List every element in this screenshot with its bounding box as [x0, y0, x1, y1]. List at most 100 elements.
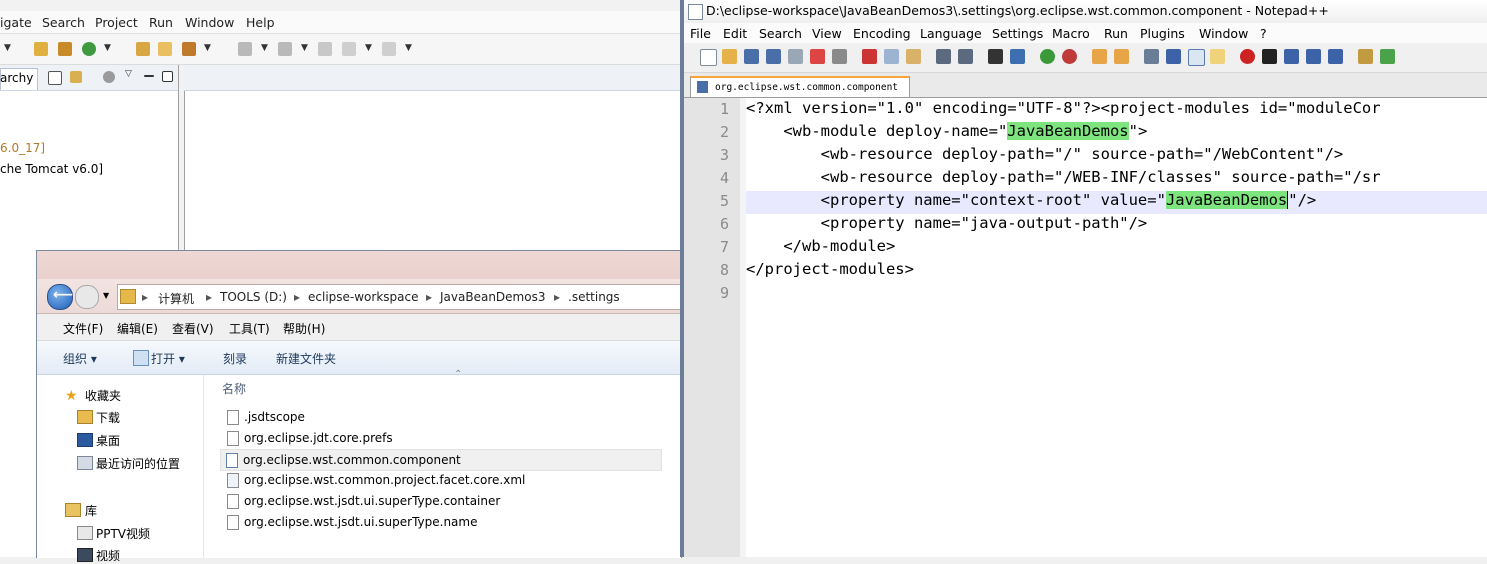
- dropdown-arrow-icon[interactable]: ▼: [104, 43, 111, 53]
- eclipse-menu-run[interactable]: Run: [149, 15, 173, 30]
- forward-arrow-icon[interactable]: [382, 42, 396, 56]
- address-box[interactable]: ▸ 计算机 ▸ TOOLS (D:) ▸ eclipse-workspace ▸…: [117, 284, 683, 310]
- minimize-icon[interactable]: [144, 75, 154, 77]
- menu-view[interactable]: View: [812, 26, 842, 41]
- nav-pptv[interactable]: PPTV视频: [96, 525, 150, 542]
- column-header-name[interactable]: 名称: [222, 380, 246, 397]
- new-java-project-icon[interactable]: [34, 42, 48, 56]
- file-tab[interactable]: org.eclipse.wst.common.component: [690, 76, 910, 97]
- menu-tools[interactable]: 工具(T): [229, 320, 270, 337]
- dropdown-arrow-icon[interactable]: ▼: [204, 43, 211, 53]
- forward-button[interactable]: [75, 285, 99, 309]
- breadcrumb-workspace[interactable]: eclipse-workspace: [308, 290, 418, 304]
- prev-annotation-icon[interactable]: [278, 42, 292, 56]
- stop-macro-icon[interactable]: [1262, 49, 1277, 64]
- record-macro-icon[interactable]: [1240, 49, 1255, 64]
- tree-item-tomcat[interactable]: che Tomcat v6.0]: [0, 162, 103, 176]
- new-file-icon[interactable]: [700, 49, 717, 66]
- code-line[interactable]: <wb-resource deploy-path="/" source-path…: [746, 145, 1487, 168]
- paste-icon[interactable]: [906, 49, 921, 64]
- menu-help[interactable]: ?: [1260, 26, 1267, 41]
- print-icon[interactable]: [832, 49, 847, 64]
- new-folder-button[interactable]: 新建文件夹: [276, 350, 336, 367]
- open-type-icon[interactable]: [136, 42, 150, 56]
- sync-horizontal-icon[interactable]: [1114, 49, 1129, 64]
- tree-item-jre[interactable]: 6.0_17]: [0, 141, 45, 155]
- file-row[interactable]: org.eclipse.wst.jsdt.ui.superType.name: [222, 512, 662, 532]
- file-row[interactable]: org.eclipse.wst.jsdt.ui.superType.contai…: [222, 491, 662, 511]
- file-row[interactable]: org.eclipse.wst.common.project.facet.cor…: [222, 470, 662, 490]
- nav-desktop[interactable]: 桌面: [96, 432, 120, 449]
- history-dropdown-icon[interactable]: ▼: [103, 291, 109, 300]
- dropdown-arrow-icon[interactable]: ▼: [405, 43, 412, 53]
- organize-button[interactable]: 组织 ▾: [63, 350, 97, 367]
- code-line[interactable]: <wb-resource deploy-path="/WEB-INF/class…: [746, 168, 1487, 191]
- run-icon[interactable]: [82, 42, 96, 56]
- search-tool-icon[interactable]: [182, 42, 196, 56]
- menu-file[interactable]: File: [690, 26, 711, 41]
- menu-view[interactable]: 查看(V): [172, 320, 214, 337]
- file-row[interactable]: .jsdtscope: [222, 407, 662, 427]
- undo-icon[interactable]: [936, 49, 951, 64]
- menu-window[interactable]: Window: [1199, 26, 1248, 41]
- maximize-icon[interactable]: [162, 71, 173, 82]
- eclipse-menu-window[interactable]: Window: [185, 15, 234, 30]
- sync-vertical-icon[interactable]: [1092, 49, 1107, 64]
- close-file-icon[interactable]: [788, 49, 803, 64]
- eclipse-menu-navigate[interactable]: igate: [0, 15, 32, 30]
- code-editor[interactable]: <?xml version="1.0" encoding="UTF-8"?><p…: [746, 98, 1487, 557]
- word-wrap-icon[interactable]: [1144, 49, 1159, 64]
- redo-icon[interactable]: [958, 49, 973, 64]
- menu-run[interactable]: Run: [1104, 26, 1128, 41]
- menu-encoding[interactable]: Encoding: [853, 26, 911, 41]
- menu-search[interactable]: Search: [759, 26, 802, 41]
- breadcrumb-drive[interactable]: TOOLS (D:): [220, 290, 287, 304]
- open-folder-icon[interactable]: [158, 42, 172, 56]
- save-all-icon[interactable]: [766, 49, 781, 64]
- code-line[interactable]: </project-modules>: [746, 260, 1487, 283]
- hierarchy-tab[interactable]: archy: [0, 71, 33, 85]
- run-macro-multiple-icon[interactable]: [1306, 49, 1321, 64]
- menu-edit[interactable]: 编辑(E): [117, 320, 158, 337]
- play-macro-icon[interactable]: [1284, 49, 1299, 64]
- new-package-icon[interactable]: [58, 42, 72, 56]
- code-line[interactable]: <wb-module deploy-name="JavaBeanDemos">: [746, 122, 1487, 145]
- open-file-icon[interactable]: [722, 49, 737, 64]
- nav-recent-places[interactable]: 最近访问的位置: [96, 455, 180, 472]
- file-row[interactable]: org.eclipse.jdt.core.prefs: [222, 428, 662, 448]
- file-row-selected[interactable]: org.eclipse.wst.common.component: [220, 449, 662, 471]
- next-annotation-icon[interactable]: [238, 42, 252, 56]
- menu-macro[interactable]: Macro: [1052, 26, 1090, 41]
- eclipse-menu-help[interactable]: Help: [246, 15, 275, 30]
- eclipse-menu-project[interactable]: Project: [95, 15, 138, 30]
- breadcrumb-settings[interactable]: .settings: [568, 290, 620, 304]
- save-icon[interactable]: [744, 49, 759, 64]
- menu-edit[interactable]: Edit: [723, 26, 747, 41]
- view-menu-icon[interactable]: ▽: [125, 69, 132, 79]
- dropdown-arrow-icon[interactable]: ▼: [365, 43, 372, 53]
- focus-icon[interactable]: [103, 71, 115, 83]
- nav-library[interactable]: 库: [85, 502, 97, 519]
- burn-button[interactable]: 刻录: [223, 350, 247, 367]
- indent-guide-icon[interactable]: [1188, 49, 1205, 66]
- show-all-chars-icon[interactable]: [1166, 49, 1181, 64]
- copy-icon[interactable]: [884, 49, 899, 64]
- cut-icon[interactable]: [862, 49, 877, 64]
- code-line[interactable]: <?xml version="1.0" encoding="UTF-8"?><p…: [746, 99, 1487, 122]
- breadcrumb-computer[interactable]: 计算机: [158, 290, 194, 307]
- breadcrumb-project[interactable]: JavaBeanDemos3: [440, 290, 545, 304]
- spell-check-icon[interactable]: [1380, 49, 1395, 64]
- zoom-in-icon[interactable]: [1040, 49, 1055, 64]
- zoom-out-icon[interactable]: [1062, 49, 1077, 64]
- plugin-icon[interactable]: [1358, 49, 1373, 64]
- menu-settings[interactable]: Settings: [992, 26, 1043, 41]
- code-line-current[interactable]: <property name="context-root" value="Jav…: [746, 191, 1487, 214]
- replace-icon[interactable]: [1010, 49, 1025, 64]
- dropdown-arrow-icon[interactable]: ▼: [4, 43, 11, 53]
- link-with-editor-icon[interactable]: [70, 71, 82, 83]
- eclipse-menu-search[interactable]: Search: [42, 15, 85, 30]
- code-line[interactable]: [746, 283, 1487, 306]
- menu-help[interactable]: 帮助(H): [283, 320, 325, 337]
- back-button[interactable]: ⟵: [47, 284, 73, 310]
- code-line[interactable]: </wb-module>: [746, 237, 1487, 260]
